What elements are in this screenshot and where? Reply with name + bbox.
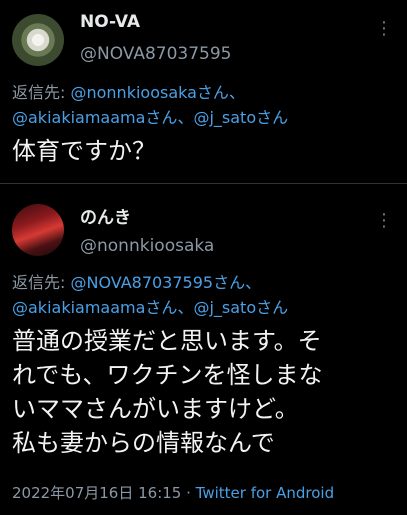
avatar[interactable] [12, 204, 64, 256]
tweet-text: 体育ですか？ [12, 137, 156, 165]
mention-suffix: さん [145, 108, 178, 127]
timestamp[interactable]: 2022年07月16日 16:15 [12, 484, 181, 502]
author-handle[interactable]: @NOVA87037595 [80, 44, 232, 64]
mention-separator: 、 [228, 83, 245, 102]
mention-suffix: さん [196, 83, 229, 102]
reply-tweet-nova[interactable]: NO-VA @NOVA87037595 ⋮ 返信先: @nonnkioosaka… [0, 0, 407, 183]
mention-link[interactable]: @j_sato [193, 108, 256, 127]
meta-separator: · [181, 484, 196, 502]
mention-separator: 、 [177, 108, 194, 127]
author-handle[interactable]: @nonnkioosaka [80, 236, 214, 256]
reply-prefix: 返信先: [12, 273, 71, 292]
mention-suffix: さん [256, 108, 289, 127]
mention-separator: 、 [177, 298, 194, 317]
tweet-text: 普通の授業だと思います。そ れでも、ワクチンを怪しまな いママさんがいますけど。… [12, 327, 323, 457]
mention-link[interactable]: @akiakiamaama [12, 108, 145, 127]
tweet-meta: 2022年07月16日 16:15 · Twitter for Android [12, 482, 334, 503]
mention-link[interactable]: @nonnkioosaka [70, 83, 196, 102]
mention-link[interactable]: @j_sato [193, 298, 256, 317]
mention-link[interactable]: @akiakiamaama [12, 298, 145, 317]
mention-suffix: さん [213, 273, 246, 292]
mention-suffix: さん [145, 298, 178, 317]
mention-separator: 、 [245, 273, 262, 292]
author-name[interactable]: のんき [80, 203, 131, 228]
tweet-divider [0, 183, 407, 184]
source-link[interactable]: Twitter for Android [196, 484, 334, 502]
reply-to-line: 返信先: @nonnkioosakaさん、 @akiakiamaamaさん、@j_… [12, 80, 402, 130]
author-name[interactable]: NO-VA [80, 12, 140, 32]
more-options-icon[interactable]: ⋮ [375, 212, 393, 230]
reply-to-line: 返信先: @NOVA87037595さん、 @akiakiamaamaさん、@j_… [12, 270, 402, 320]
reply-prefix: 返信先: [12, 83, 71, 102]
avatar[interactable] [12, 14, 64, 66]
mention-suffix: さん [256, 298, 289, 317]
reply-tweet-nonki[interactable]: のんき @nonnkioosaka ⋮ 返信先: @NOVA87037595さん… [0, 190, 407, 515]
mention-link[interactable]: @NOVA87037595 [70, 273, 213, 292]
more-options-icon[interactable]: ⋮ [375, 20, 393, 38]
